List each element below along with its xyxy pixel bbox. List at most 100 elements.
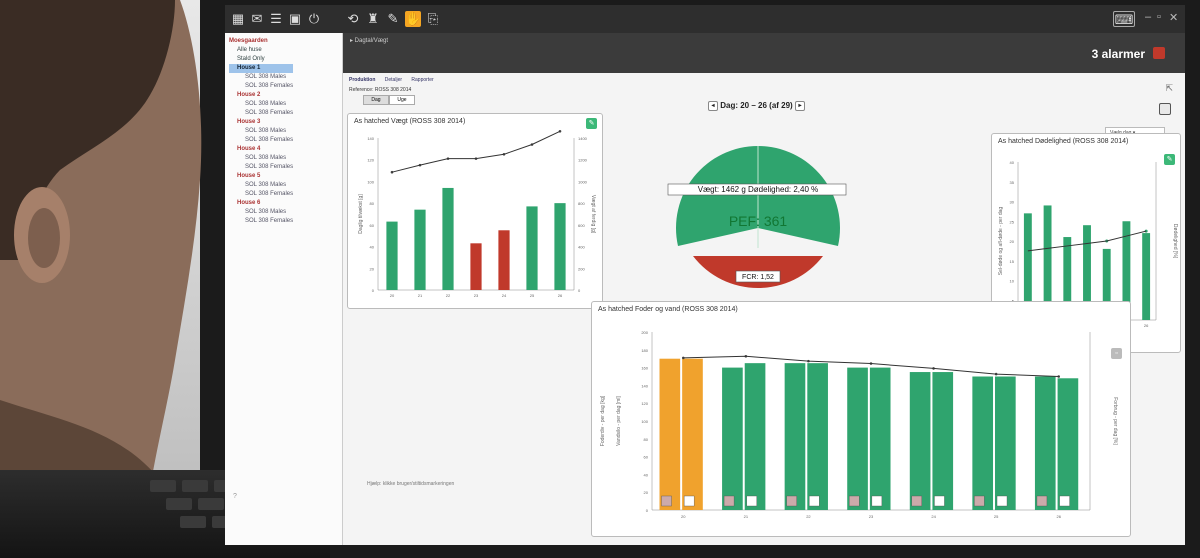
key — [166, 498, 192, 510]
alarm-icon[interactable] — [1153, 47, 1165, 59]
weight-bar — [414, 209, 426, 290]
tree-leaf[interactable]: SOL 308 Females — [229, 136, 293, 145]
weight-bar — [470, 243, 482, 290]
x-tick-label: 20 — [390, 293, 395, 298]
breadcrumb[interactable]: ▸ Dagtal/Vægt — [350, 37, 388, 44]
y-axis-label-2: Vandsilo - per dag [ml] — [616, 396, 622, 446]
key — [150, 480, 176, 492]
water-icon — [1059, 495, 1070, 507]
y-tick-label: 60 — [370, 223, 375, 228]
tree-item[interactable]: Alle huse — [229, 46, 293, 55]
mail-icon[interactable]: ✉ — [249, 11, 265, 27]
keyboard-icon[interactable]: ⌨ — [1113, 11, 1135, 27]
next-day-button[interactable]: ▸ — [794, 101, 805, 111]
y-axis-label: Sel-døde og afl-døde - per dag — [998, 207, 1004, 276]
key — [180, 516, 206, 528]
toggle-week[interactable]: Uge — [389, 95, 415, 105]
weight-line — [391, 130, 561, 173]
settings-icon[interactable] — [1159, 103, 1171, 115]
y-tick-label: 120 — [641, 401, 648, 406]
close-button[interactable]: ✕ — [1169, 11, 1178, 24]
tree-house[interactable]: House 4 — [229, 145, 293, 154]
tree-leaf[interactable]: SOL 308 Males — [229, 208, 293, 217]
feed-bar — [847, 367, 868, 510]
grid-icon[interactable]: ▦ — [230, 11, 246, 27]
tab-detaljer[interactable]: Detaljer — [385, 77, 402, 83]
feed-icon — [661, 495, 672, 507]
x-tick-label: 23 — [869, 514, 874, 519]
x-tick-label: 24 — [931, 514, 936, 519]
y-axis-label: Foderdiv - per dag [kg] — [600, 395, 606, 446]
water-bar — [807, 363, 828, 510]
chat-icon[interactable]: ▣ — [287, 11, 303, 27]
tree-leaf[interactable]: SOL 308 Males — [229, 73, 293, 82]
y-tick-label: 15 — [1010, 259, 1015, 264]
tree-leaf[interactable]: SOL 308 Females — [229, 82, 293, 91]
feed-icon — [1036, 495, 1048, 507]
refresh-icon[interactable]: ⟲ — [345, 11, 361, 27]
tree-house[interactable]: House 1 — [229, 64, 294, 73]
sidebar: Moesgaarden Alle huse Stald Only House 1… — [225, 33, 343, 545]
power-icon[interactable]: ⏻ — [306, 11, 322, 27]
clipboard-icon[interactable]: ⎘ — [425, 11, 441, 27]
y-tick-label: 20 — [370, 266, 375, 271]
tree-item[interactable]: Stald Only — [229, 55, 293, 64]
minimize-button[interactable]: – — [1145, 11, 1151, 23]
day-navigator: ◂ Dag: 20 – 26 (af 29) ▸ — [708, 101, 805, 111]
tree-leaf[interactable]: SOL 308 Males — [229, 181, 293, 190]
x-tick-label: 23 — [474, 293, 479, 298]
weight-chart: Daglig tilvækst [g] Vægt af ferdig [g] 0 20… — [358, 129, 596, 298]
feed-bar — [722, 367, 743, 510]
y-tick-label: 40 — [644, 472, 649, 477]
y-tick-label: 40 — [370, 245, 375, 250]
help-icon[interactable]: ? — [233, 493, 237, 500]
tree-leaf[interactable]: SOL 308 Females — [229, 163, 293, 172]
y-tick-label: 140 — [367, 136, 374, 141]
water-bar — [932, 372, 954, 510]
tree-leaf[interactable]: SOL 308 Males — [229, 154, 293, 163]
edit-icon[interactable]: ✎ — [385, 11, 401, 27]
toggle-day[interactable]: Dag — [363, 95, 389, 105]
tree-leaf[interactable]: SOL 308 Females — [229, 190, 293, 199]
water-bar — [744, 363, 766, 510]
maximize-button[interactable]: ▫ — [1157, 11, 1161, 23]
tree-leaf[interactable]: SOL 308 Males — [229, 100, 293, 109]
water-icon — [934, 495, 945, 507]
tree-leaf[interactable]: SOL 308 Males — [229, 127, 293, 136]
user-icon[interactable]: ♜ — [365, 11, 381, 27]
header-bar: ▸ Dagtal/Vægt 3 alarmer — [225, 33, 1185, 73]
main-content: Produktion Detaljer Rapporter Reference:… — [343, 73, 1185, 545]
key — [198, 498, 224, 510]
tree-house[interactable]: House 5 — [229, 172, 293, 181]
y2-tick-label: 800 — [578, 201, 585, 206]
tree-house[interactable]: House 3 — [229, 118, 293, 127]
tree-house[interactable]: House 6 — [229, 199, 293, 208]
alarm-count[interactable]: 3 alarmer — [1092, 47, 1145, 61]
tab-rapporter[interactable]: Rapporter — [411, 77, 433, 83]
tree-root[interactable]: Moesgaarden — [229, 37, 293, 46]
feed-bar — [1034, 376, 1056, 510]
hand-icon[interactable]: ✋ — [405, 11, 421, 27]
y2-tick-label: 1200 — [578, 158, 588, 163]
x-tick-label: 24 — [502, 293, 507, 298]
water-bar — [995, 376, 1016, 510]
y-tick-label: 30 — [1010, 200, 1015, 205]
tree-leaf[interactable]: SOL 308 Females — [229, 109, 293, 118]
y-tick-label: 120 — [367, 158, 374, 163]
y-tick-label: 100 — [367, 179, 374, 184]
app-screen: ▦ ✉ ☰ ▣ ⏻ ⟲ ♜ ✎ ✋ ⎘ ⌨ – ▫ ✕ ▸ Dagtal/Væg… — [225, 5, 1185, 545]
y2-axis-label: Vægt af ferdig [g] — [590, 195, 596, 234]
weight-bar — [554, 203, 566, 290]
tree-leaf[interactable]: SOL 308 Females — [229, 217, 293, 226]
export-icon[interactable]: ⇱ — [1165, 83, 1173, 94]
day-range: Dag: 20 – 26 (af 29) — [720, 101, 793, 111]
feed-bar — [784, 363, 806, 510]
prev-day-button[interactable]: ◂ — [708, 101, 718, 111]
y-tick-label: 160 — [641, 366, 648, 371]
feed-icon — [974, 495, 985, 507]
y2-tick-label: 1400 — [578, 136, 588, 141]
reference-label: Reference: ROSS 308 2014 — [349, 87, 412, 93]
tab-produktion[interactable]: Produktion — [349, 77, 375, 83]
tree-house[interactable]: House 2 — [229, 91, 293, 100]
list-icon[interactable]: ☰ — [268, 11, 284, 27]
